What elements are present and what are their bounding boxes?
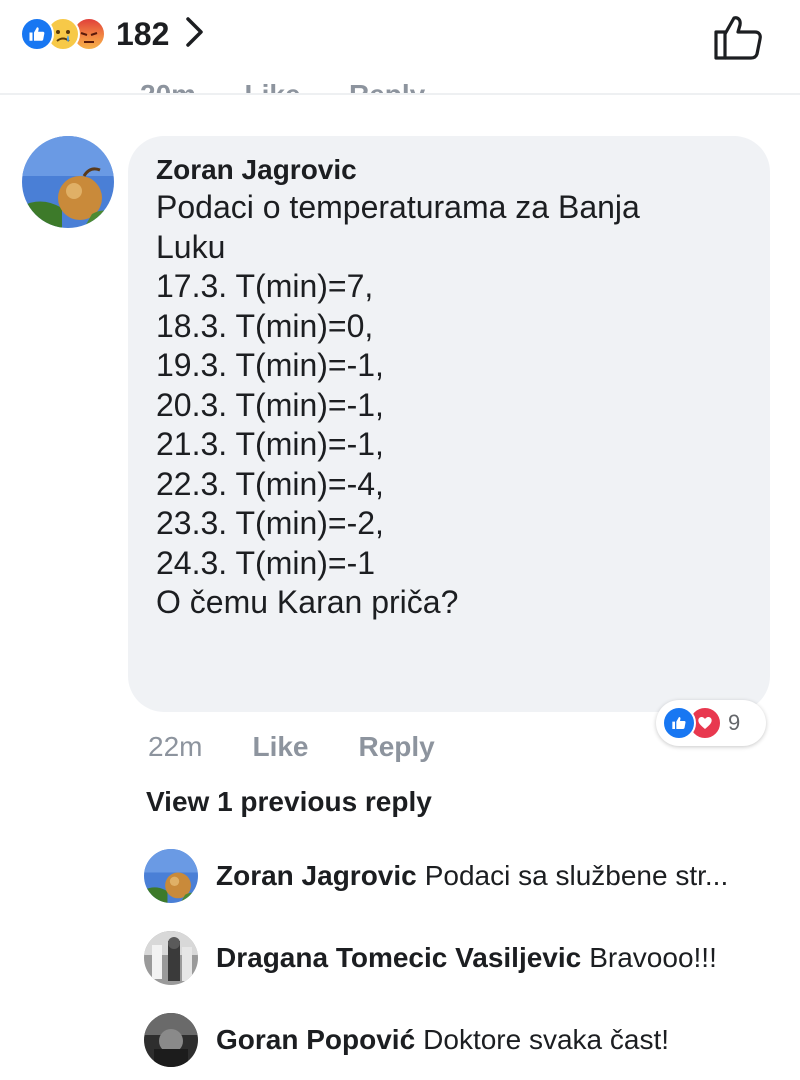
comment-author[interactable]: Zoran Jagrovic <box>156 152 742 188</box>
comment-line: 20.3. T(min)=-1, <box>156 386 384 423</box>
reply-body: Bravooo!!! <box>589 942 717 973</box>
avatar[interactable] <box>144 931 198 985</box>
reply-item[interactable]: Goran Popović Doktore svaka čast! <box>144 1012 784 1068</box>
comment-reactions[interactable]: 9 <box>656 700 766 746</box>
comment-line: 24.3. T(min)=-1 <box>156 544 376 581</box>
chevron-right-icon[interactable] <box>185 16 205 53</box>
like-icon <box>662 706 696 740</box>
reply-item[interactable]: Zoran Jagrovic Podaci sa službene str... <box>144 848 784 904</box>
comment-time: 22m <box>148 731 203 762</box>
comment-line: 22.3. T(min)=-4, <box>156 465 384 502</box>
previous-time: 20m <box>140 76 196 94</box>
comment-line: O čemu Karan priča? <box>156 584 459 620</box>
reply-text: Goran Popović Doktore svaka čast! <box>216 1024 669 1056</box>
avatar[interactable] <box>22 136 114 228</box>
comment-line: 19.3. T(min)=-1, <box>156 347 384 383</box>
avatar[interactable] <box>144 849 198 903</box>
reaction-summary[interactable]: 182 <box>20 14 205 54</box>
reply-item[interactable]: Dragana Tomecic Vasiljevic Bravooo!!! <box>144 930 784 986</box>
comment-text: Podaci o temperaturama za Banja Luku 17.… <box>156 188 742 623</box>
reply-text: Dragana Tomecic Vasiljevic Bravooo!!! <box>216 942 717 974</box>
comment-line: 23.3. T(min)=-2, <box>156 505 384 541</box>
comment-line: Luku <box>156 228 226 265</box>
comment-meta: 22m Like Reply <box>148 728 435 766</box>
reaction-count: 182 <box>116 15 170 52</box>
comment-line: Podaci o temperaturama za Banja <box>156 189 640 225</box>
reactions-header: 182 <box>0 0 800 72</box>
reply-author[interactable]: Goran Popović <box>216 1024 415 1055</box>
like-icon <box>20 17 54 51</box>
previous-like-link[interactable]: Like <box>245 76 301 94</box>
like-link[interactable]: Like <box>252 731 308 763</box>
comment-line: 18.3. T(min)=0, <box>156 307 374 344</box>
comment-line: 17.3. T(min)=7, <box>156 268 374 304</box>
reply-body: Doktore svaka čast! <box>423 1024 670 1055</box>
divider <box>0 93 800 95</box>
reply-author[interactable]: Dragana Tomecic Vasiljevic <box>216 942 581 973</box>
reply-author[interactable]: Zoran Jagrovic <box>216 860 417 891</box>
view-previous-replies-link[interactable]: View 1 previous reply <box>146 786 432 818</box>
comment-bubble: Zoran Jagrovic Podaci o temperaturama za… <box>128 136 770 712</box>
reply-text: Zoran Jagrovic Podaci sa službene str... <box>216 860 728 892</box>
previous-reply-link[interactable]: Reply <box>349 76 425 94</box>
thumbs-up-outline-icon <box>714 16 762 60</box>
like-button[interactable] <box>710 8 766 64</box>
avatar[interactable] <box>144 1013 198 1067</box>
reply-link[interactable]: Reply <box>359 731 435 763</box>
comment-line: 21.3. T(min)=-1, <box>156 426 384 462</box>
reply-body: Podaci sa službene str... <box>424 860 729 891</box>
comment-reaction-count: 9 <box>728 710 741 735</box>
previous-comment-meta: 20m Like Reply <box>140 76 500 94</box>
